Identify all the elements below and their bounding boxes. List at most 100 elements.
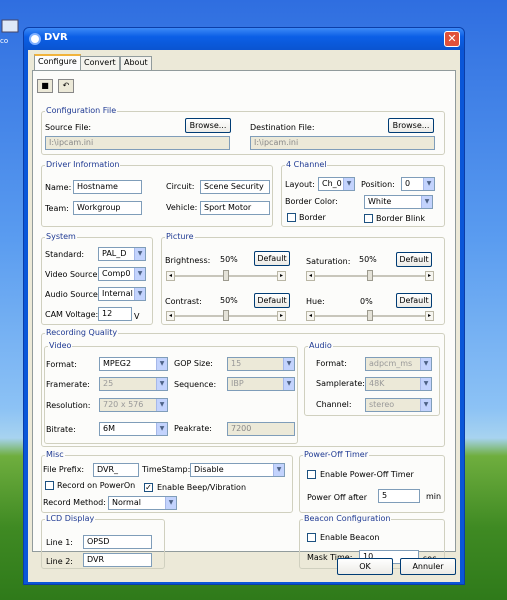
circuit-field[interactable]: Scene Security <box>200 180 270 194</box>
brightness-value: 50% <box>220 255 238 264</box>
enable-beep-checkbox[interactable]: ✓ <box>144 483 153 492</box>
slider-right-icon[interactable]: ▸ <box>425 311 434 321</box>
saturation-default-button[interactable]: Default <box>396 252 432 267</box>
app-icon <box>29 33 41 45</box>
save-icon[interactable]: ■ <box>37 79 53 93</box>
contrast-slider[interactable]: ◂ ▸ <box>166 310 286 321</box>
record-method-select[interactable]: Normal ▼ <box>108 496 177 510</box>
recording-quality-group: Recording Quality Video Format: MPEG2 ▼ G… <box>41 328 445 447</box>
name-field[interactable]: Hostname <box>73 180 142 194</box>
chevron-down-icon: ▼ <box>423 178 434 190</box>
slider-right-icon[interactable]: ▸ <box>277 311 286 321</box>
line1-field[interactable]: OPSD <box>83 535 152 549</box>
position-select[interactable]: 0 ▼ <box>401 177 435 191</box>
cam-voltage-field[interactable]: 12 <box>98 307 132 321</box>
video-source-value: Comp0 <box>102 269 131 278</box>
group-title: Video <box>48 341 73 350</box>
slider-right-icon[interactable]: ▸ <box>277 271 286 281</box>
hue-slider[interactable]: ◂ ▸ <box>306 310 434 321</box>
driver-info-group: Driver Information Name: Hostname Team: … <box>41 160 273 227</box>
slider-left-icon[interactable]: ◂ <box>306 271 315 281</box>
slider-right-icon[interactable]: ▸ <box>425 271 434 281</box>
format-select[interactable]: MPEG2 ▼ <box>99 357 168 371</box>
standard-value: PAL_D <box>102 249 127 258</box>
slider-thumb[interactable] <box>367 310 373 321</box>
dvr-window: DVR ✕ Configure Convert About ■ ↶ Config… <box>23 27 465 585</box>
enable-power-off-checkbox[interactable] <box>307 470 316 479</box>
file-prefix-field[interactable]: DVR_ <box>93 463 139 477</box>
brightness-slider[interactable]: ◂ ▸ <box>166 270 286 281</box>
border-color-select[interactable]: White ▼ <box>364 195 433 209</box>
saturation-slider[interactable]: ◂ ▸ <box>306 270 434 281</box>
destination-file-field[interactable]: I:\ipcam.ini <box>250 136 435 150</box>
layout-select[interactable]: Ch_0 ▼ <box>318 177 355 191</box>
close-button[interactable]: ✕ <box>444 31 460 47</box>
slider-left-icon[interactable]: ◂ <box>166 271 175 281</box>
enable-beacon-checkbox[interactable] <box>307 533 316 542</box>
slider-thumb[interactable] <box>223 270 229 281</box>
video-group: Video Format: MPEG2 ▼ GOP Size: 15 ▼ Frame… <box>44 341 298 444</box>
saturation-value: 50% <box>359 255 377 264</box>
tab-convert[interactable]: Convert <box>80 56 120 70</box>
samplerate-select[interactable]: 48K ▼ <box>365 377 432 391</box>
cancel-button[interactable]: Annuler <box>400 558 456 575</box>
undo-icon[interactable]: ↶ <box>58 79 74 93</box>
video-source-select[interactable]: Comp0 ▼ <box>98 267 146 281</box>
tab-about[interactable]: About <box>120 56 152 70</box>
source-browse-button[interactable]: Browse... <box>185 118 231 133</box>
title-bar[interactable]: DVR ✕ <box>24 28 464 50</box>
chevron-down-icon: ▼ <box>156 378 167 390</box>
ok-button[interactable]: OK <box>337 558 393 575</box>
group-title: Configuration File <box>45 106 118 115</box>
border-checkbox[interactable] <box>287 213 296 222</box>
audio-format-select[interactable]: adpcm_ms ▼ <box>365 357 432 371</box>
chevron-down-icon: ▼ <box>273 464 284 476</box>
position-value: 0 <box>405 179 411 188</box>
format-value: MPEG2 <box>103 359 132 368</box>
misc-group: Misc File Prefix: DVR_ TimeStamp: Disabl… <box>41 450 293 513</box>
peakrate-field[interactable]: 7200 <box>227 422 295 436</box>
destination-browse-button[interactable]: Browse... <box>388 118 434 133</box>
audio-format-value: adpcm_ms <box>369 359 413 368</box>
group-title: 4 Channel <box>285 160 328 169</box>
audio-source-select[interactable]: Internal ▼ <box>98 287 146 301</box>
sequence-select[interactable]: IBP ▼ <box>227 377 295 391</box>
tab-configure[interactable]: Configure <box>34 54 81 70</box>
hue-default-button[interactable]: Default <box>396 293 432 308</box>
channel-select[interactable]: stereo ▼ <box>365 398 432 412</box>
resolution-label: Resolution: <box>46 401 91 410</box>
audio-source-label: Audio Source: <box>45 290 101 299</box>
border-blink-checkbox[interactable] <box>364 214 373 223</box>
destination-file-label: Destination File: <box>250 123 315 132</box>
record-on-poweron-checkbox[interactable] <box>45 481 54 490</box>
audio-format-label: Format: <box>316 359 347 368</box>
brightness-default-button[interactable]: Default <box>254 251 290 266</box>
timestamp-select[interactable]: Disable ▼ <box>190 463 285 477</box>
line1-label: Line 1: <box>46 538 73 547</box>
chevron-down-icon: ▼ <box>420 378 431 390</box>
group-title: LCD Display <box>45 514 96 523</box>
vehicle-field[interactable]: Sport Motor <box>200 201 270 215</box>
source-file-field[interactable]: I:\ipcam.ini <box>45 136 230 150</box>
bitrate-select[interactable]: 6M ▼ <box>99 422 168 436</box>
standard-select[interactable]: PAL_D ▼ <box>98 247 146 261</box>
framerate-select[interactable]: 25 ▼ <box>99 377 168 391</box>
line2-field[interactable]: DVR <box>83 553 152 567</box>
position-label: Position: <box>361 180 395 189</box>
enable-beacon-label: Enable Beacon <box>320 533 380 542</box>
slider-thumb[interactable] <box>223 310 229 321</box>
power-off-group: Power-Off Timer Enable Power-Off Timer P… <box>299 450 445 513</box>
slider-thumb[interactable] <box>367 270 373 281</box>
resolution-select[interactable]: 720 x 576 ▼ <box>99 398 168 412</box>
timestamp-value: Disable <box>194 465 224 474</box>
vehicle-label: Vehicle: <box>166 203 198 212</box>
team-field[interactable]: Workgroup <box>73 201 142 215</box>
contrast-default-button[interactable]: Default <box>254 293 290 308</box>
group-title: Audio <box>308 341 333 350</box>
slider-left-icon[interactable]: ◂ <box>306 311 315 321</box>
slider-left-icon[interactable]: ◂ <box>166 311 175 321</box>
config-file-group: Configuration File Source File: Browse..… <box>41 106 445 155</box>
power-off-after-field[interactable]: 5 <box>378 489 420 503</box>
layout-label: Layout: <box>285 180 315 189</box>
gop-size-select[interactable]: 15 ▼ <box>227 357 295 371</box>
